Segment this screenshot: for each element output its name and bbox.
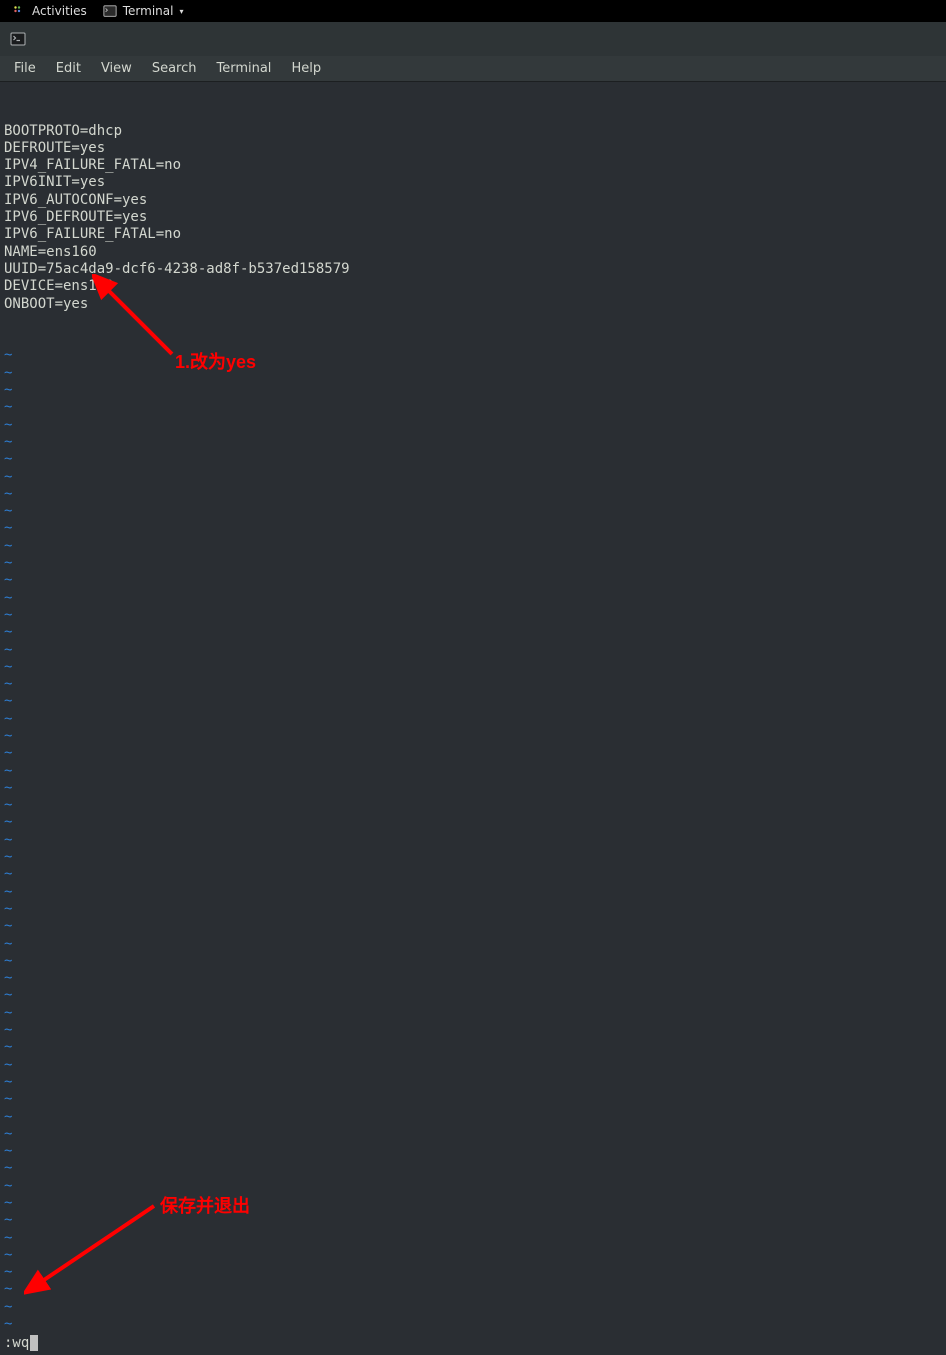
annotation-arrow-1: [92, 274, 182, 364]
vim-tilde-line: ~: [4, 659, 942, 676]
dropdown-triangle-icon: ▾: [179, 7, 183, 16]
vim-tilde-line: ~: [4, 780, 942, 797]
vim-tilde-line: ~: [4, 520, 942, 537]
config-line: NAME=ens160: [4, 244, 942, 261]
vim-tilde-line: ~: [4, 884, 942, 901]
config-line: IPV6_FAILURE_FATAL=no: [4, 226, 942, 243]
menu-file[interactable]: File: [4, 58, 46, 79]
vim-command-text: :wq: [4, 1335, 29, 1351]
vim-tilde-line: ~: [4, 1005, 942, 1022]
terminal-window-icon: [10, 31, 26, 47]
vim-tilde-line: ~: [4, 434, 942, 451]
vim-empty-lines: ~~~~~~~~~~~~~~~~~~~~~~~~~~~~~~~~~~~~~~~~…: [4, 347, 942, 1333]
vim-tilde-line: ~: [4, 1126, 942, 1143]
vim-tilde-line: ~: [4, 849, 942, 866]
vim-tilde-line: ~: [4, 451, 942, 468]
vim-tilde-line: ~: [4, 1109, 942, 1126]
vim-tilde-line: ~: [4, 486, 942, 503]
vim-tilde-line: ~: [4, 832, 942, 849]
vim-tilde-line: ~: [4, 503, 942, 520]
vim-tilde-line: ~: [4, 1299, 942, 1316]
activities-icon: [12, 4, 26, 18]
vim-tilde-line: ~: [4, 365, 942, 382]
vim-tilde-line: ~: [4, 901, 942, 918]
vim-tilde-line: ~: [4, 624, 942, 641]
vim-tilde-line: ~: [4, 590, 942, 607]
vim-tilde-line: ~: [4, 987, 942, 1004]
vim-tilde-line: ~: [4, 1057, 942, 1074]
vim-tilde-line: ~: [4, 866, 942, 883]
vim-tilde-line: ~: [4, 711, 942, 728]
config-line: DEFROUTE=yes: [4, 140, 942, 157]
menu-terminal[interactable]: Terminal: [206, 58, 281, 79]
vim-tilde-line: ~: [4, 797, 942, 814]
app-menu-button[interactable]: Terminal ▾: [95, 4, 192, 18]
window-title-bar: [0, 22, 946, 56]
vim-tilde-line: ~: [4, 399, 942, 416]
vim-tilde-line: ~: [4, 693, 942, 710]
config-line: IPV6_DEFROUTE=yes: [4, 209, 942, 226]
text-cursor: [30, 1335, 38, 1351]
vim-tilde-line: ~: [4, 676, 942, 693]
menu-edit[interactable]: Edit: [46, 58, 91, 79]
vim-tilde-line: ~: [4, 1178, 942, 1195]
vim-tilde-line: ~: [4, 728, 942, 745]
vim-tilde-line: ~: [4, 763, 942, 780]
vim-tilde-line: ~: [4, 970, 942, 987]
vim-tilde-line: ~: [4, 572, 942, 589]
vim-tilde-line: ~: [4, 936, 942, 953]
app-menu-label: Terminal: [123, 4, 174, 18]
menu-help[interactable]: Help: [281, 58, 331, 79]
config-line: IPV4_FAILURE_FATAL=no: [4, 157, 942, 174]
config-line: IPV6_AUTOCONF=yes: [4, 192, 942, 209]
terminal-app-icon: [103, 4, 117, 18]
vim-tilde-line: ~: [4, 1160, 942, 1177]
vim-tilde-line: ~: [4, 745, 942, 762]
vim-tilde-line: ~: [4, 555, 942, 572]
vim-command-line[interactable]: :wq: [4, 1335, 38, 1351]
vim-tilde-line: ~: [4, 382, 942, 399]
vim-tilde-line: ~: [4, 918, 942, 935]
vim-tilde-line: ~: [4, 1039, 942, 1056]
vim-tilde-line: ~: [4, 538, 942, 555]
config-line: IPV6INIT=yes: [4, 174, 942, 191]
vim-tilde-line: ~: [4, 953, 942, 970]
vim-tilde-line: ~: [4, 607, 942, 624]
vim-tilde-line: ~: [4, 417, 942, 434]
vim-tilde-line: ~: [4, 1143, 942, 1160]
annotation-arrow-2: [24, 1196, 164, 1296]
vim-tilde-line: ~: [4, 1316, 942, 1333]
vim-tilde-line: ~: [4, 469, 942, 486]
menu-view[interactable]: View: [91, 58, 142, 79]
vim-tilde-line: ~: [4, 642, 942, 659]
config-line: BOOTPROTO=dhcp: [4, 123, 942, 140]
activities-label: Activities: [32, 4, 87, 18]
activities-button[interactable]: Activities: [4, 4, 95, 18]
terminal-menu-bar: File Edit View Search Terminal Help: [0, 56, 946, 82]
vim-tilde-line: ~: [4, 1091, 942, 1108]
vim-tilde-line: ~: [4, 1022, 942, 1039]
menu-search[interactable]: Search: [142, 58, 207, 79]
vim-tilde-line: ~: [4, 814, 942, 831]
annotation-text-1: 1.改为yes: [175, 348, 256, 374]
gnome-top-bar: Activities Terminal ▾: [0, 0, 946, 22]
annotation-text-2: 保存并退出: [160, 1192, 250, 1218]
vim-tilde-line: ~: [4, 1074, 942, 1091]
